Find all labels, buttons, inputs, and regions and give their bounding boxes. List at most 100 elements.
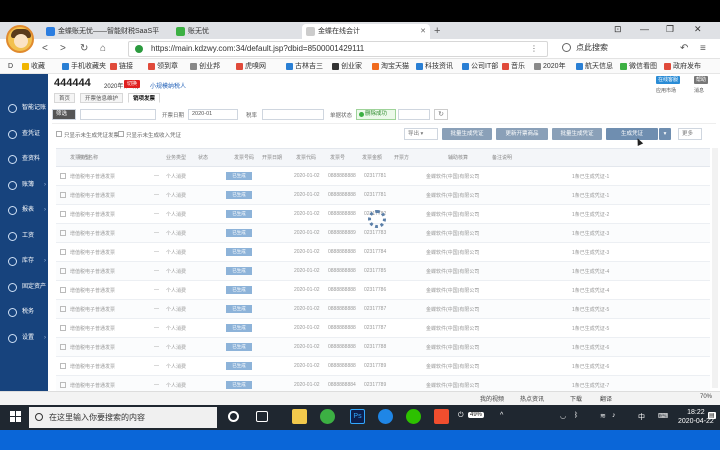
messages-link[interactable]: 消息 — [694, 87, 704, 94]
table-header-cell[interactable]: 辅助核算 — [448, 154, 468, 161]
user-avatar[interactable] — [6, 25, 34, 53]
bookmark-d[interactable]: D — [8, 61, 13, 72]
generate-voucher-button[interactable]: 生成凭证 — [606, 128, 658, 140]
bookmark-item[interactable]: 链接 — [110, 61, 133, 72]
notification-icon[interactable]: ▤ — [708, 412, 716, 419]
export-select[interactable]: 导出 ▾ — [404, 128, 438, 140]
bookmark-item[interactable]: 2020年 — [534, 61, 566, 72]
bookmark-item[interactable]: 创业邦 — [190, 61, 220, 72]
undo-icon[interactable]: ↶ — [680, 42, 688, 55]
sidebar-item[interactable]: 工资 — [0, 226, 48, 246]
sidebar-item[interactable]: 报表 › — [0, 200, 48, 220]
tray-power-icon[interactable]: ⏻ — [458, 412, 464, 420]
bookmark-item[interactable]: 淘宝天猫 — [372, 61, 409, 72]
wechat-icon[interactable] — [406, 409, 421, 424]
table-header-cell[interactable]: 开票日期 — [262, 154, 282, 161]
refresh-icon[interactable]: ↻ — [434, 109, 448, 120]
table-row[interactable]: 增值税电子普通发票 — 个人消费 已生成 2020-01-02 0888888888 023… — [56, 338, 710, 357]
table-header-cell[interactable]: 发票号 — [330, 154, 345, 161]
close-tab-icon[interactable]: ✕ — [420, 24, 426, 39]
home-icon[interactable]: ⌂ — [100, 42, 106, 55]
filter-type-select[interactable]: 筛选 — [52, 109, 76, 120]
app-tab-home[interactable]: 首页 — [54, 93, 76, 103]
table-header-cell[interactable]: 发票代码 — [296, 154, 316, 161]
bookmark-item[interactable]: 古林吉三 — [286, 61, 323, 72]
tray-wifi-icon[interactable]: ≋ — [600, 412, 606, 420]
row-checkbox[interactable] — [60, 287, 66, 293]
edge-icon[interactable] — [378, 409, 393, 424]
back-icon[interactable]: < — [42, 42, 48, 55]
window-tile-button[interactable]: ⊡ — [614, 24, 622, 35]
more-select[interactable]: 更多 — [678, 128, 702, 140]
windows-start-icon[interactable] — [10, 411, 22, 423]
bookmark-item[interactable]: 公司IT部 — [462, 61, 498, 72]
row-checkbox[interactable] — [60, 306, 66, 312]
tray-arrow-icon[interactable]: ^ — [500, 412, 503, 419]
bookmark-item[interactable]: 微信看图 — [620, 61, 657, 72]
bookmark-item[interactable]: 航天信息 — [576, 61, 613, 72]
checkbox-no-income-voucher[interactable]: 只显示未生成收入凭证 — [118, 131, 181, 139]
sidebar-item[interactable]: 查凭证 — [0, 124, 48, 144]
forward-icon[interactable]: > — [60, 42, 66, 55]
sidebar-item[interactable]: 查资料 — [0, 149, 48, 169]
browser-tab-2[interactable]: 账无忧 — [172, 24, 300, 39]
table-header-cell[interactable]: 状态 — [198, 154, 208, 161]
app-market-link[interactable]: 应用市场 — [656, 87, 676, 94]
table-row[interactable]: 增值税电子普通发票 — 个人消费 已生成 2020-01-02 0888888888 023… — [56, 300, 710, 319]
sidebar-item[interactable]: 库存 › — [0, 251, 48, 271]
row-checkbox[interactable] — [60, 230, 66, 236]
table-header-cell[interactable]: 购方名称 — [78, 154, 98, 161]
photoshop-icon[interactable]: Ps — [350, 409, 365, 424]
row-checkbox[interactable] — [60, 268, 66, 274]
row-checkbox[interactable] — [60, 325, 66, 331]
new-tab-button[interactable]: + — [434, 24, 440, 38]
bookmark-item[interactable]: 创业家 — [332, 61, 362, 72]
status-hot-news[interactable]: 热点资讯 — [520, 394, 544, 403]
battery-level[interactable]: 49% — [468, 412, 485, 418]
app-tab-output-invoice[interactable]: 销项发票 — [128, 93, 161, 103]
table-header-cell[interactable]: 发票金额 — [362, 154, 382, 161]
row-checkbox[interactable] — [60, 249, 66, 255]
browser-tab-3-active[interactable]: 金蝶在线会计 ✕ — [302, 24, 430, 39]
row-checkbox[interactable] — [60, 211, 66, 217]
table-row[interactable]: 增值税电子普通发票 — 个人消费 已生成 2020-01-02 0888888888 023… — [56, 262, 710, 281]
checkbox-no-voucher[interactable]: 只显示未生成凭证发票 — [56, 131, 119, 139]
batch-voucher-button-1[interactable]: 批量生成凭证 — [442, 128, 492, 140]
app-tab-invoice-info[interactable]: 开票信息维护 — [80, 93, 124, 103]
batch-voucher-button-2[interactable]: 批量生成凭证 — [552, 128, 602, 140]
row-checkbox[interactable] — [60, 363, 66, 369]
sidebar-item[interactable]: 智能记账 — [0, 98, 48, 118]
table-header-cell[interactable]: 发票号码 — [234, 154, 254, 161]
tray-bluetooth-icon[interactable]: ᛒ — [574, 412, 578, 419]
help-button[interactable]: 帮助 — [694, 76, 709, 84]
browser-app-icon[interactable] — [320, 409, 335, 424]
office-icon[interactable] — [434, 409, 449, 424]
taskbar-search-input[interactable]: 在这里输入你要搜索的内容 — [29, 407, 217, 428]
tax-rate-select[interactable] — [262, 109, 324, 120]
filter-keyword-select[interactable] — [80, 109, 156, 120]
browser-tab-1[interactable]: 金蝶账无忧——智能财税SaaS平 — [42, 24, 170, 39]
cortana-icon[interactable] — [228, 411, 239, 422]
tray-keyboard-icon[interactable]: ⌨ — [658, 412, 668, 420]
table-header-cell[interactable]: 备注说明 — [492, 154, 512, 161]
minimize-button[interactable]: — — [640, 24, 649, 34]
menu-icon[interactable]: ≡ — [700, 42, 706, 55]
sidebar-item[interactable]: 账簿 › — [0, 175, 48, 195]
table-row[interactable]: 增值税电子普通发票 — 个人消费 已生成 2020-01-02 0888888889 023… — [56, 224, 710, 243]
row-checkbox[interactable] — [60, 344, 66, 350]
generate-voucher-dropdown[interactable]: ▾ — [659, 128, 671, 140]
bookmark-item[interactable]: 政府发布 — [664, 61, 701, 72]
row-checkbox[interactable] — [60, 382, 66, 388]
table-row[interactable]: 增值税电子普通发票 — 个人消费 已生成 2020-01-02 0888888888 023… — [56, 357, 710, 376]
bookmark-item[interactable]: 收藏 — [22, 61, 45, 72]
browser-search-box[interactable]: 点此搜索 — [560, 41, 670, 57]
row-checkbox[interactable] — [60, 173, 66, 179]
table-header-cell[interactable]: 业务类型 — [166, 154, 186, 161]
table-scrollbar[interactable] — [712, 148, 718, 388]
bookmark-item[interactable]: 科技资讯 — [416, 61, 453, 72]
switch-period-badge[interactable]: 切换 — [124, 80, 140, 88]
online-service-button[interactable]: 在线客服 — [656, 76, 681, 84]
status-my-video[interactable]: 我的视频 — [480, 394, 504, 403]
sidebar-item[interactable]: 税务 — [0, 302, 48, 322]
status-translate[interactable]: 翻译 — [600, 394, 612, 403]
